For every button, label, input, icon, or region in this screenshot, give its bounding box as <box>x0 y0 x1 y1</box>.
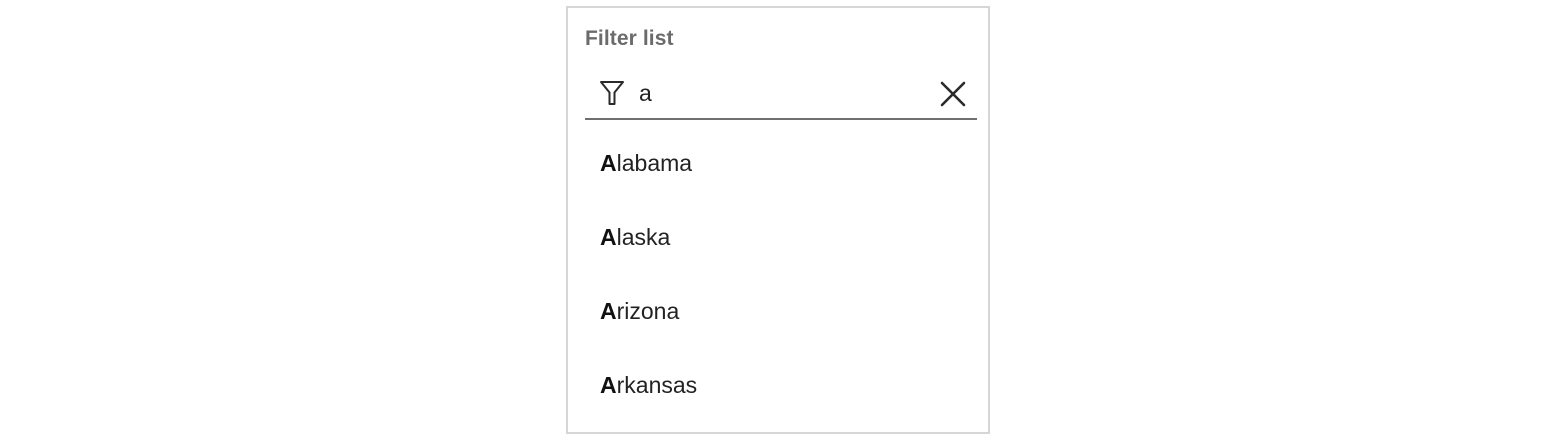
list-item-alabama[interactable]: Alabama <box>568 126 988 200</box>
list-item-arizona[interactable]: Arizona <box>568 274 988 348</box>
filter-list-label: Filter list <box>585 27 674 50</box>
list-item-alaska[interactable]: Alaska <box>568 200 988 274</box>
list-item-label: labama <box>616 149 693 176</box>
match-highlight: A <box>600 297 617 324</box>
filter-field[interactable] <box>585 68 977 120</box>
match-highlight: A <box>600 149 617 176</box>
list-item-arkansas[interactable]: Arkansas <box>568 348 988 422</box>
filter-list-panel: Filter list Alabama Alaska Arizona Arkan… <box>566 6 990 434</box>
filter-icon <box>599 79 625 107</box>
filtered-results-list: Alabama Alaska Arizona Arkansas <box>568 126 988 422</box>
list-item-label: laska <box>616 223 671 250</box>
clear-icon[interactable] <box>937 78 969 110</box>
list-item-label: rizona <box>616 297 680 324</box>
filter-input[interactable] <box>639 76 919 110</box>
match-highlight: A <box>600 371 617 398</box>
match-highlight: A <box>600 223 617 250</box>
list-item-label: rkansas <box>616 371 698 398</box>
